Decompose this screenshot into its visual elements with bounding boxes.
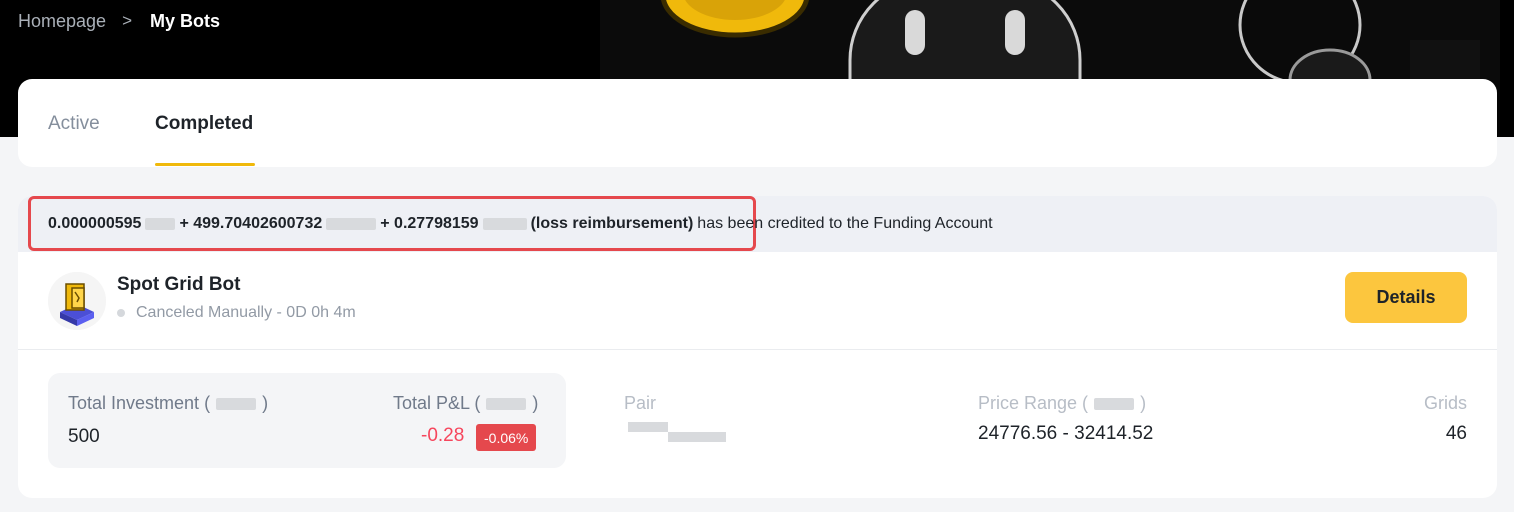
notice-text: 0.000000595 + 499.70402600732 + 0.277981…: [48, 215, 993, 233]
price-range-label: Price Range ( ): [978, 393, 1146, 414]
notice-amount-2: + 499.70402600732: [179, 215, 323, 232]
redacted-pair: [668, 432, 726, 442]
tab-selected-indicator: [155, 163, 255, 166]
total-investment-label: Total Investment ( ): [68, 393, 268, 414]
bot-card: 0.000000595 + 499.70402600732 + 0.277981…: [18, 196, 1497, 498]
grid-bot-icon: [48, 272, 106, 330]
total-pnl-label-close: ): [532, 393, 539, 413]
stats-box: Total Investment ( ) 500 Total P&L ( ) -…: [48, 373, 566, 468]
redacted-asset: [1094, 397, 1135, 410]
redacted-asset: [145, 218, 176, 230]
redacted-asset: [326, 218, 377, 230]
bot-header: Spot Grid Bot Canceled Manually - 0D 0h …: [18, 252, 1497, 350]
details-button[interactable]: Details: [1345, 272, 1467, 323]
redacted-pair: [628, 422, 668, 432]
notice-amount-3: + 0.27798159: [380, 215, 479, 232]
pair-label: Pair: [624, 393, 657, 413]
notice-message: has been credited to the Funding Account: [697, 215, 993, 232]
total-pnl-value: -0.28: [421, 425, 465, 446]
tabs-card: Active Completed: [18, 79, 1497, 167]
price-range-label-close: ): [1140, 393, 1147, 413]
bot-status-text: Canceled Manually - 0D 0h 4m: [136, 304, 356, 321]
price-range-label-text: Price Range (: [978, 393, 1089, 413]
breadcrumb: Homepage > My Bots: [18, 9, 220, 33]
redacted-asset: [216, 397, 257, 410]
total-investment-value: 500: [68, 426, 100, 447]
total-investment-label-close: ): [262, 393, 269, 413]
chevron-right-icon: >: [122, 11, 132, 30]
redacted-asset: [486, 397, 527, 410]
bot-status: Canceled Manually - 0D 0h 4m: [117, 304, 356, 322]
redacted-asset: [482, 218, 527, 230]
status-dot-icon: [117, 309, 125, 317]
credit-notice: 0.000000595 + 499.70402600732 + 0.277981…: [18, 196, 1497, 252]
grids-value: 46: [1445, 423, 1467, 444]
notice-reimbursement: (loss reimbursement): [530, 215, 694, 232]
total-pnl-label: Total P&L ( ): [393, 393, 538, 414]
total-pnl-label-text: Total P&L (: [393, 393, 481, 413]
grids-label: Grids: [1423, 393, 1467, 413]
tab-active[interactable]: Active: [48, 113, 100, 135]
tab-completed[interactable]: Completed: [155, 113, 253, 135]
bot-title: Spot Grid Bot: [117, 274, 241, 295]
notice-amount-1: 0.000000595: [48, 215, 142, 232]
price-range-value: 24776.56 - 32414.52: [978, 423, 1154, 444]
total-investment-label-text: Total Investment (: [68, 393, 211, 413]
pnl-percent-badge: -0.06%: [476, 424, 537, 451]
breadcrumb-home-link[interactable]: Homepage: [18, 11, 106, 32]
breadcrumb-current: My Bots: [150, 10, 221, 31]
